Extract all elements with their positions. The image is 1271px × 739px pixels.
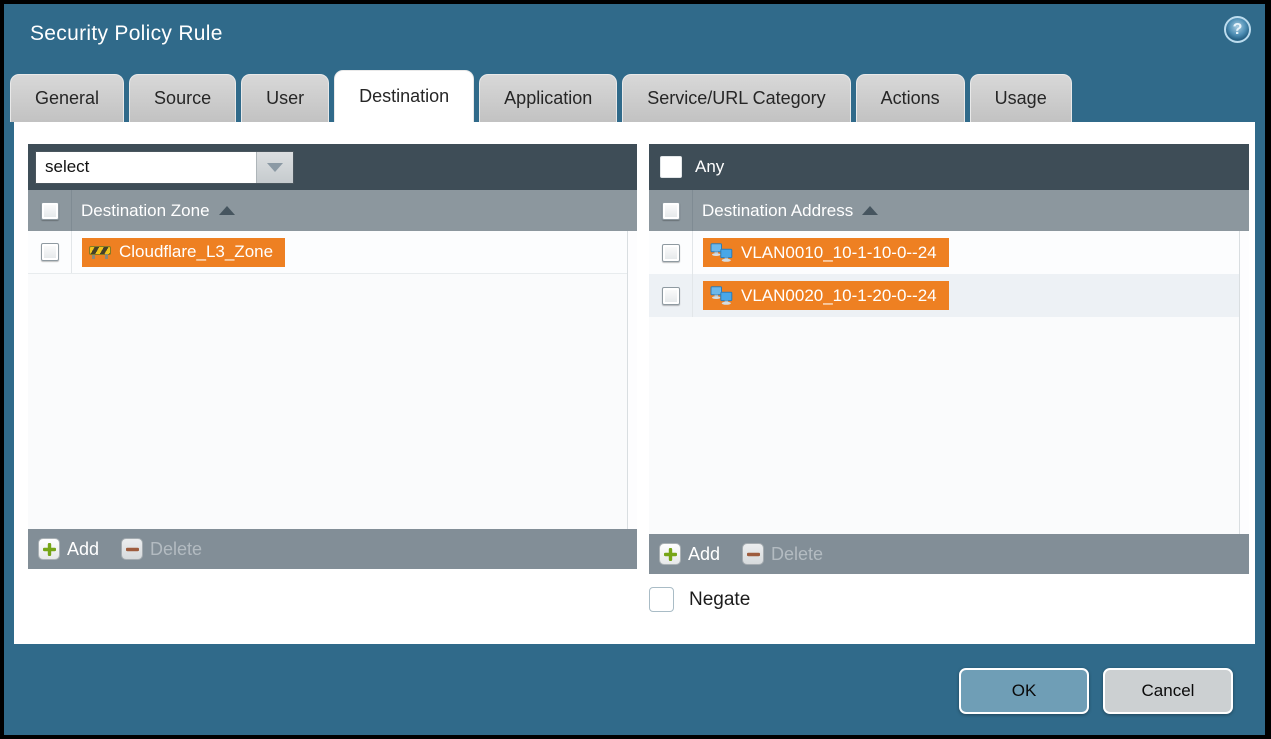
zone-icon [89,245,111,259]
zone-item-cloudflare[interactable]: Cloudflare_L3_Zone [82,238,285,267]
add-address-button[interactable]: Add [659,543,720,565]
address-panel-footer: Add Delete [649,534,1249,574]
table-row: Cloudflare_L3_Zone [28,231,637,274]
dialog-frame: Security Policy Rule ? General Source Us… [4,4,1265,735]
address-item-label: VLAN0020_10-1-20-0--24 [741,286,937,306]
plus-icon [659,543,681,565]
destination-zone-panel: Destination Zone Cloudflare_L3_Zone [28,144,637,569]
address-icon [710,286,733,305]
address-row-checkbox[interactable] [662,244,680,262]
sort-ascending-icon [219,206,235,215]
delete-label: Delete [150,539,202,560]
title-bar: Security Policy Rule ? [4,4,1265,70]
zone-row-checkbox-cell [28,231,72,273]
address-item-vlan0020[interactable]: VLAN0020_10-1-20-0--24 [703,281,949,310]
zone-filter-dropdown-button[interactable] [256,152,293,183]
minus-icon [742,543,764,565]
tab-strip: General Source User Destination Applicat… [10,70,1072,122]
zone-row-checkbox[interactable] [41,243,59,261]
tab-general[interactable]: General [10,74,124,122]
address-select-all-checkbox[interactable] [662,202,680,220]
address-row-checkbox-cell [649,274,693,317]
table-row: VLAN0010_10-1-10-0--24 [649,231,1249,274]
zone-filter-combo [35,151,294,184]
zone-panel-footer: Add Delete [28,529,637,569]
zone-filter-input[interactable] [36,152,256,183]
delete-address-button[interactable]: Delete [742,543,823,565]
address-item-label: VLAN0010_10-1-10-0--24 [741,243,937,263]
scrollbar-track[interactable] [1239,231,1249,534]
zone-select-all-checkbox[interactable] [41,202,59,220]
tab-destination[interactable]: Destination [334,70,474,122]
address-column-label: Destination Address [702,201,853,221]
zone-item-label: Cloudflare_L3_Zone [119,242,273,262]
address-column-header: Destination Address [649,190,1249,231]
minus-icon [121,538,143,560]
ok-button[interactable]: OK [959,668,1089,714]
scrollbar-track[interactable] [627,231,637,529]
any-checkbox[interactable] [660,156,682,178]
zone-select-all-cell [28,190,72,231]
help-icon[interactable]: ? [1224,16,1251,43]
any-toggle: Any [656,156,724,178]
tab-usage[interactable]: Usage [970,74,1072,122]
dialog-title: Security Policy Rule [30,22,223,46]
address-icon [710,243,733,262]
tab-source[interactable]: Source [129,74,236,122]
add-label: Add [67,539,99,560]
address-list: VLAN0010_10-1-10-0--24 [649,231,1249,534]
any-label: Any [695,157,724,177]
zone-panel-header [28,144,637,190]
zone-column-sort[interactable]: Destination Zone [72,201,235,221]
delete-zone-button[interactable]: Delete [121,538,202,560]
tab-user[interactable]: User [241,74,329,122]
address-select-all-cell [649,190,693,231]
zone-column-header: Destination Zone [28,190,637,231]
delete-label: Delete [771,544,823,565]
add-label: Add [688,544,720,565]
tab-content: Destination Zone Cloudflare_L3_Zone [14,122,1255,644]
negate-label: Negate [689,589,750,611]
negate-checkbox[interactable] [649,587,674,612]
dialog-buttons: OK Cancel [959,668,1233,714]
negate-option: Negate [649,587,750,612]
address-item-vlan0010[interactable]: VLAN0010_10-1-10-0--24 [703,238,949,267]
sort-ascending-icon [862,206,878,215]
address-column-sort[interactable]: Destination Address [693,201,878,221]
chevron-down-icon [267,163,283,172]
address-row-checkbox[interactable] [662,287,680,305]
tab-actions[interactable]: Actions [856,74,965,122]
zone-column-label: Destination Zone [81,201,210,221]
security-policy-rule-dialog: Security Policy Rule ? General Source Us… [0,0,1271,739]
cancel-button[interactable]: Cancel [1103,668,1233,714]
tab-service-url-category[interactable]: Service/URL Category [622,74,850,122]
address-row-checkbox-cell [649,231,693,274]
address-panel-header: Any [649,144,1249,190]
add-zone-button[interactable]: Add [38,538,99,560]
tab-application[interactable]: Application [479,74,617,122]
plus-icon [38,538,60,560]
table-row: VLAN0020_10-1-20-0--24 [649,274,1249,317]
destination-address-panel: Any Destination Address [649,144,1249,574]
zone-list: Cloudflare_L3_Zone [28,231,637,529]
